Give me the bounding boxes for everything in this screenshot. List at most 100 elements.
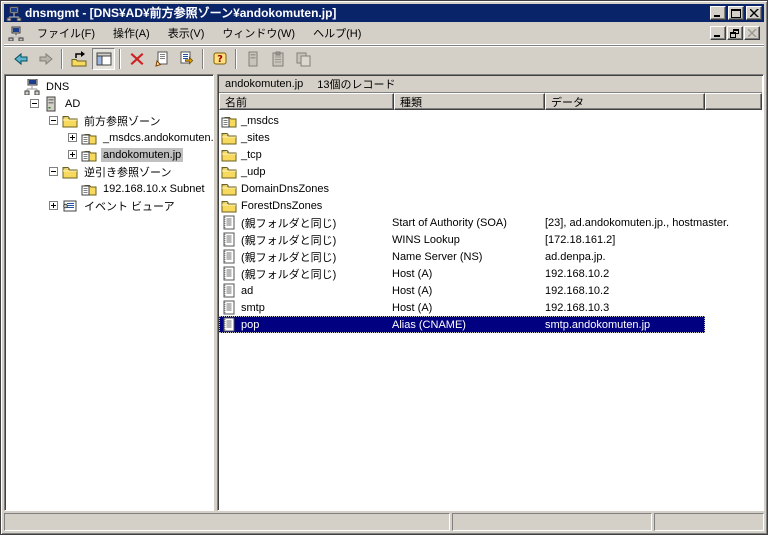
svg-text:?: ? <box>217 54 223 65</box>
properties-button[interactable] <box>150 48 173 70</box>
title-bar[interactable]: dnsmgmt - [DNS¥AD¥前方参照ゾーン¥andokomuten.jp… <box>4 4 764 22</box>
record-row-DomainDnsZones[interactable]: DomainDnsZones <box>219 180 705 197</box>
clipboard-icon <box>270 51 286 67</box>
show-console-tree-button[interactable] <box>92 48 115 70</box>
folder-icon <box>221 198 237 213</box>
record-name: _udp <box>241 166 265 178</box>
record-row--[interactable]: (親フォルダと同じ)Name Server (NS)ad.denpa.jp. <box>219 248 705 265</box>
record-row-ForestDnsZones[interactable]: ForestDnsZones <box>219 197 705 214</box>
tree-item-label: DNS <box>44 80 71 94</box>
status-bar <box>4 513 764 531</box>
tree-item--[interactable]: 逆引き参照ゾーン <box>7 163 213 180</box>
menu-bar: ファイル(F)操作(A)表示(V)ウィンドウ(W)ヘルプ(H) <box>4 22 764 45</box>
record-data: 192.168.10.3 <box>545 302 705 314</box>
console-tree-pane: DNS AD前方参照ゾーン_msdcs.andokomuten.jpandokom… <box>4 74 214 511</box>
minus-expander-icon[interactable] <box>49 116 58 125</box>
server-icon <box>43 96 60 112</box>
tree-item-label: 前方参照ゾーン <box>82 112 162 130</box>
record-row--[interactable]: (親フォルダと同じ)Host (A)192.168.10.2 <box>219 265 705 282</box>
record-data: 192.168.10.2 <box>545 285 705 297</box>
menu-file[interactable]: ファイル(F) <box>28 22 104 44</box>
result-pane: andokomuten.jp 13個のレコード 名前種類データ _msdcs _s… <box>217 74 764 511</box>
record-data: ad.denpa.jp. <box>545 251 705 263</box>
minus-expander-icon[interactable] <box>30 99 39 108</box>
tree-item-192.168.10.x-Subnet[interactable]: 192.168.10.x Subnet <box>7 180 213 197</box>
help-button[interactable]: ? <box>208 48 231 70</box>
delete-icon <box>129 51 145 67</box>
plus-expander-icon[interactable] <box>68 133 77 142</box>
tree-item-_msdcs.andokomuten.jp[interactable]: _msdcs.andokomuten.jp <box>7 129 213 146</box>
record-name: ad <box>241 285 253 297</box>
toolbar-separator <box>235 49 237 69</box>
clipboard-button[interactable] <box>266 48 289 70</box>
record-type: Start of Authority (SOA) <box>392 217 545 229</box>
minimize-button[interactable] <box>710 6 726 20</box>
record-row-_udp[interactable]: _udp <box>219 163 705 180</box>
tree-item--[interactable]: イベント ビューア <box>7 197 213 214</box>
plus-expander-icon[interactable] <box>49 201 58 210</box>
record-type: Host (A) <box>392 302 545 314</box>
record-icon <box>221 215 237 230</box>
tree-item-label: 逆引き参照ゾーン <box>82 163 173 181</box>
forward-arrow-icon <box>38 51 54 67</box>
properties-icon <box>154 51 170 67</box>
menu-help[interactable]: ヘルプ(H) <box>304 22 370 44</box>
back-arrow-button[interactable] <box>9 48 32 70</box>
column-header-3[interactable]: データ <box>545 93 705 110</box>
status-cell-2 <box>452 513 652 531</box>
mdi-restore-button[interactable] <box>727 26 743 40</box>
menu-window[interactable]: ウィンドウ(W) <box>213 22 304 44</box>
record-row-_msdcs[interactable]: _msdcs <box>219 112 705 129</box>
server-button[interactable] <box>241 48 264 70</box>
zone-name: andokomuten.jp <box>225 78 303 90</box>
mdi-close-button[interactable] <box>744 26 760 40</box>
record-list: _msdcs _sites_tcp _udp DomainDnsZones Forest… <box>219 110 762 509</box>
minus-expander-icon[interactable] <box>49 167 58 176</box>
record-count: 13個のレコード <box>317 76 395 92</box>
record-name: ForestDnsZones <box>241 200 322 212</box>
server-icon <box>245 51 261 67</box>
tree-item-AD[interactable]: AD <box>7 95 213 112</box>
tree-item-DNS[interactable]: DNS <box>7 78 213 95</box>
export-list-button[interactable] <box>175 48 198 70</box>
menu-action[interactable]: 操作(A) <box>104 22 159 44</box>
tree-item--[interactable]: 前方参照ゾーン <box>7 112 213 129</box>
record-row-_sites[interactable]: _sites <box>219 129 705 146</box>
record-icon <box>221 317 237 332</box>
record-row-pop[interactable]: popAlias (CNAME)smtp.andokomuten.jp <box>219 316 705 333</box>
up-one-level-button[interactable] <box>67 48 90 70</box>
back-arrow-icon <box>13 51 29 67</box>
record-row--[interactable]: (親フォルダと同じ)Start of Authority (SOA)[23], … <box>219 214 705 231</box>
toolbar-separator <box>61 49 63 69</box>
record-icon <box>221 266 237 281</box>
mdi-minimize-button[interactable] <box>710 26 726 40</box>
record-row-ad[interactable]: adHost (A)192.168.10.2 <box>219 282 705 299</box>
forward-arrow-button[interactable] <box>34 48 57 70</box>
close-button[interactable] <box>746 6 762 20</box>
record-row--[interactable]: (親フォルダと同じ)WINS Lookup[172.18.161.2] <box>219 231 705 248</box>
menu-view[interactable]: 表示(V) <box>159 22 214 44</box>
tree-item-andokomuten.jp[interactable]: andokomuten.jp <box>7 146 213 163</box>
folder-icon <box>221 181 237 196</box>
show-console-tree-icon <box>96 51 112 67</box>
plus-expander-icon[interactable] <box>68 150 77 159</box>
window-controls <box>710 6 762 20</box>
copy-windows-button[interactable] <box>291 48 314 70</box>
record-type: Name Server (NS) <box>392 251 545 263</box>
folder-icon <box>221 147 237 162</box>
record-type: Host (A) <box>392 268 545 280</box>
record-icon <box>221 283 237 298</box>
record-row-smtp[interactable]: smtpHost (A)192.168.10.3 <box>219 299 705 316</box>
record-data: [172.18.161.2] <box>545 234 705 246</box>
toolbar: ? <box>4 45 764 72</box>
column-header-2[interactable]: 種類 <box>394 93 545 110</box>
tree-item-label: AD <box>63 97 82 111</box>
column-header-1[interactable]: 名前 <box>219 93 394 110</box>
delete-button[interactable] <box>125 48 148 70</box>
record-name: _msdcs <box>241 115 279 127</box>
record-name: pop <box>241 319 259 331</box>
result-description-bar: andokomuten.jp 13個のレコード <box>219 76 762 93</box>
zone-folder-icon <box>81 181 98 197</box>
maximize-button[interactable] <box>728 6 744 20</box>
record-row-_tcp[interactable]: _tcp <box>219 146 705 163</box>
